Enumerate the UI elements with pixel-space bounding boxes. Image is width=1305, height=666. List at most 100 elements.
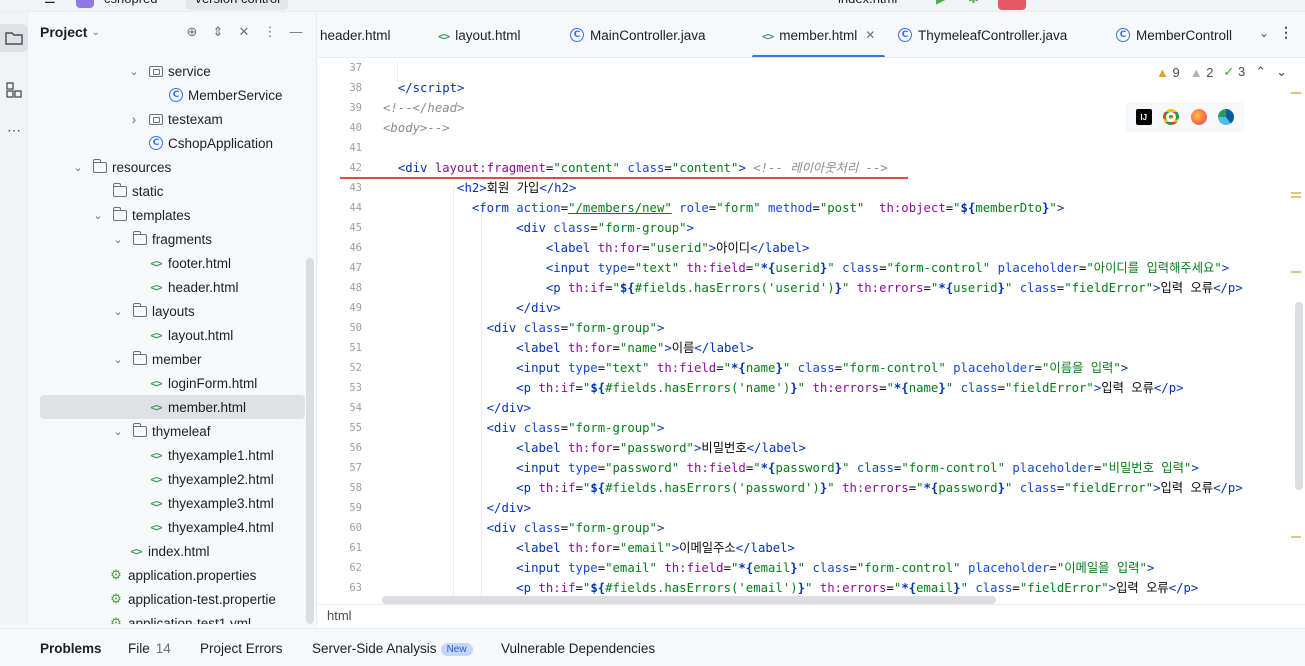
tree-item[interactable]: ⚙ application.properties xyxy=(28,563,316,587)
html-file-icon: <> xyxy=(150,496,162,510)
chevron-down-icon[interactable]: ⌄ xyxy=(112,425,124,438)
bottom-tab-label: Project Errors xyxy=(200,641,283,656)
project-badge[interactable] xyxy=(76,0,94,8)
chevron-down-icon[interactable]: ⌄ xyxy=(112,233,124,246)
run-config-selector[interactable]: index.html xyxy=(830,0,905,10)
tree-item[interactable]: <> loginForm.html xyxy=(28,371,316,395)
tree-item[interactable]: <> index.html xyxy=(28,539,316,563)
bottom-tab-problems[interactable]: Problems xyxy=(40,641,102,656)
tree-item[interactable]: C MemberService xyxy=(28,83,316,107)
tree-item[interactable]: <> thyexample2.html xyxy=(28,467,316,491)
folder-icon xyxy=(132,350,148,367)
editor-scrollbar[interactable] xyxy=(1295,302,1303,490)
more-icon[interactable]: ⋯ xyxy=(0,116,28,144)
project-scrollbar[interactable] xyxy=(306,258,314,624)
tool-window-strip: ⋯ xyxy=(0,12,28,624)
tree-item[interactable]: › testexam xyxy=(28,107,316,131)
chevron-down-icon[interactable]: ⌄ xyxy=(128,65,140,78)
tree-item[interactable]: ⚙ application-test.propertie xyxy=(28,587,316,611)
tree-item[interactable]: <> layout.html xyxy=(28,323,316,347)
bottom-tab-server-side-analysis[interactable]: Server-Side Analysis New xyxy=(312,641,473,656)
tree-item[interactable]: C CshopApplication xyxy=(28,131,316,155)
hide-icon[interactable]: — xyxy=(288,24,304,40)
tree-item[interactable]: ⌄ layouts xyxy=(28,299,316,323)
intellij-icon[interactable]: IJ xyxy=(1135,109,1152,125)
chevron-down-icon[interactable]: ⌄ xyxy=(92,209,104,222)
tree-item[interactable]: ⌄ fragments xyxy=(28,227,316,251)
tree-item[interactable]: ⌄ thymeleaf xyxy=(28,419,316,443)
tree-item[interactable]: ⌄ service xyxy=(28,59,316,83)
debug-icon[interactable]: ✱ xyxy=(968,0,982,6)
tree-item[interactable]: static xyxy=(28,179,316,203)
line-number: 61 xyxy=(349,542,362,554)
bottom-tab-project-errors[interactable]: Project Errors xyxy=(200,641,283,656)
expand-all-icon[interactable]: ⇕ xyxy=(210,24,226,40)
chevron-down-icon[interactable]: ⌄ xyxy=(112,353,124,366)
tab-member-html[interactable]: <> member.html ✕ xyxy=(752,12,886,57)
run-icon[interactable]: ▶ xyxy=(936,0,950,6)
line-number: 51 xyxy=(349,342,362,354)
chevron-down-icon[interactable]: ⌄ xyxy=(91,27,99,38)
bottom-tab-file[interactable]: File 14 xyxy=(128,641,171,656)
line-number: 42 xyxy=(349,162,362,174)
project-name[interactable]: cshopred xyxy=(96,0,165,10)
problems-tool-window-tabs: Problems File 14 Project Errors Server-Side … xyxy=(0,628,1305,666)
tree-item[interactable]: ⌄ templates xyxy=(28,203,316,227)
project-icon[interactable] xyxy=(0,24,28,52)
class-icon: C xyxy=(168,87,184,103)
line-number: 52 xyxy=(349,362,362,374)
tree-item[interactable]: <> thyexample4.html xyxy=(28,515,316,539)
code-line: </div> xyxy=(516,301,561,315)
weak-warning-count: 2 xyxy=(1206,64,1214,80)
edge-icon[interactable] xyxy=(1218,109,1235,125)
tree-item-label: thyexample4.html xyxy=(168,519,274,535)
tree-item-label: application-test.propertie xyxy=(128,591,276,607)
horizontal-scrollbar[interactable] xyxy=(382,596,996,604)
vcs-widget[interactable]: Version control xyxy=(186,0,288,10)
tree-item[interactable]: <> thyexample3.html xyxy=(28,491,316,515)
tab-header-html[interactable]: header.html xyxy=(320,12,391,57)
folder-icon xyxy=(112,206,128,223)
chevron-down-icon[interactable]: ⌄ xyxy=(1276,64,1287,80)
code-editor[interactable]: 37 38 39 40 41 42 43 44 45 46 47 48 49 50 51 52 53 54 55 56… xyxy=(318,58,1305,604)
close-icon[interactable]: ✕ xyxy=(865,28,875,42)
chevron-up-icon[interactable]: ⌃ xyxy=(1255,64,1266,80)
line-number: 47 xyxy=(349,262,362,274)
chevron-down-icon[interactable]: ⌄ xyxy=(1259,26,1269,40)
tab-maincontroller-java[interactable]: C MainController.java xyxy=(570,12,706,57)
tree-item[interactable]: ⚙ application-test1.yml xyxy=(28,611,316,624)
hamburger-menu-icon[interactable]: ☰ xyxy=(36,0,64,10)
tab-layout-html[interactable]: <> layout.html xyxy=(438,12,521,57)
structure-icon[interactable] xyxy=(0,76,28,104)
tree-item[interactable]: ⌄ resources xyxy=(28,155,316,179)
code-line: <h2>회원 가입</h2> xyxy=(457,181,577,195)
collapse-all-icon[interactable]: ✕ xyxy=(236,24,252,40)
chevron-down-icon[interactable]: ⌄ xyxy=(72,161,84,174)
tab-thymeleafcontroller-java[interactable]: C ThymeleafController.java xyxy=(898,12,1067,57)
html-file-icon: <> xyxy=(150,376,162,390)
code-area[interactable]: </script> <!--</head> <body>--> <div lay… xyxy=(383,58,1283,604)
tree-item[interactable]: <> header.html xyxy=(28,275,316,299)
chevron-down-icon[interactable]: ⌄ xyxy=(112,305,124,318)
tree-item[interactable]: <> member.html xyxy=(40,395,305,419)
breadcrumb-item[interactable]: html xyxy=(327,608,352,623)
stop-button[interactable] xyxy=(998,0,1026,10)
locate-icon[interactable]: ⊕ xyxy=(184,24,200,40)
tab-options-icon[interactable]: ⋮ xyxy=(1279,24,1293,41)
chrome-icon[interactable] xyxy=(1163,109,1180,125)
project-tool-window: Project ⌄ ⊕ ⇕ ✕ ⋮ — ⌄ service C MemberServi… xyxy=(28,12,317,624)
options-icon[interactable]: ⋮ xyxy=(262,24,278,40)
inspection-widget[interactable]: ▲ 9 ▲ 2 ✓ 3 ⌃ ⌄ xyxy=(1156,64,1287,80)
tree-item[interactable]: <> thyexample1.html xyxy=(28,443,316,467)
firefox-icon[interactable] xyxy=(1190,109,1207,125)
project-title[interactable]: Project xyxy=(40,24,87,40)
tree-item[interactable]: <> footer.html xyxy=(28,251,316,275)
tab-membercontroll[interactable]: C MemberControll xyxy=(1116,12,1232,57)
chevron-right-icon[interactable]: › xyxy=(128,111,140,127)
bottom-tab-vulnerable-dependencies[interactable]: Vulnerable Dependencies xyxy=(501,641,655,656)
properties-file-icon: ⚙ xyxy=(110,567,122,582)
tree-item[interactable]: ⌄ member xyxy=(28,347,316,371)
ok-count: 3 xyxy=(1237,64,1246,79)
code-line: <div class="form-group"> xyxy=(486,521,665,535)
html-file-icon: <> xyxy=(762,29,774,43)
